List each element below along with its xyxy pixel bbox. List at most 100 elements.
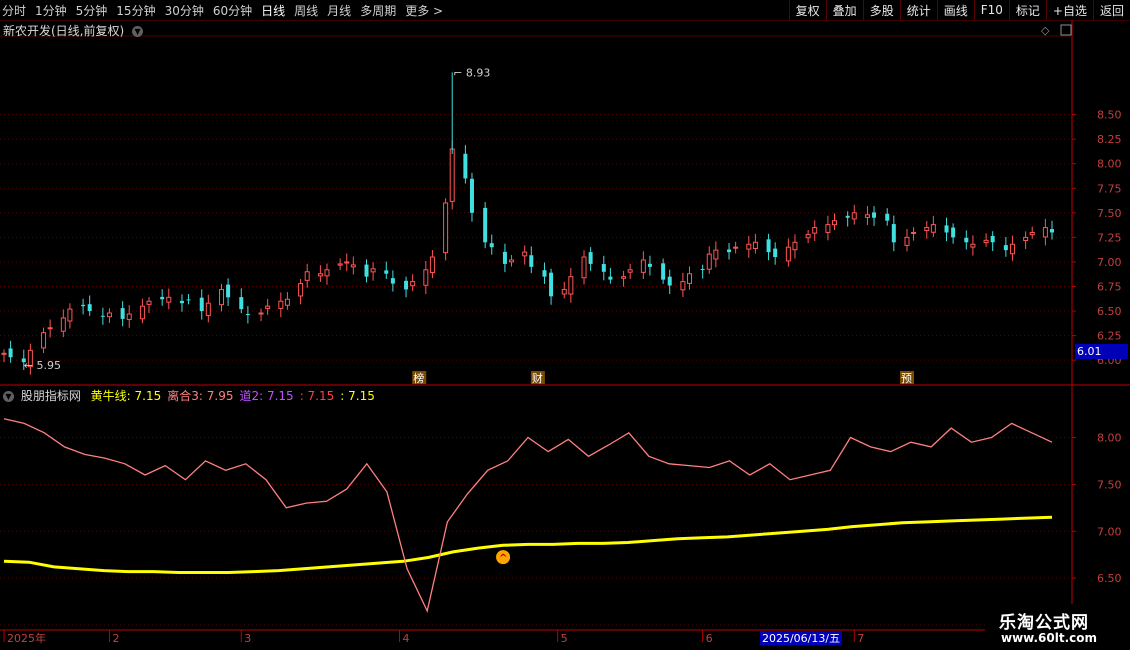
candle-body: [713, 249, 719, 260]
candle-body: [410, 281, 416, 287]
candle-body: [845, 215, 850, 218]
diamond-icon: ◇: [1041, 24, 1050, 37]
candle-body: [298, 283, 304, 297]
candle-body: [278, 300, 284, 309]
chevron-down-icon[interactable]: ▼: [3, 391, 14, 402]
candle-body: [891, 224, 896, 243]
logo-text: 乐淘公式网: [999, 613, 1089, 633]
candle-body: [324, 269, 330, 277]
candle-body: [686, 273, 692, 284]
indicator-line-0: [3, 515, 1053, 574]
candle-body: [911, 231, 917, 234]
candle-body: [549, 272, 554, 297]
candle-body: [640, 259, 646, 273]
time-label-4: 5: [561, 632, 568, 645]
candle-body: [661, 263, 666, 280]
chevron-down-icon[interactable]: ▼: [132, 26, 144, 37]
candle-body: [885, 213, 890, 221]
candle-body: [1003, 245, 1008, 251]
candle-body: [581, 256, 587, 279]
candle-body: [792, 241, 798, 251]
candle-body: [8, 348, 13, 358]
candle-body: [47, 327, 53, 330]
candle-body: [864, 214, 870, 218]
indicator-item-1: 离合3: 7.95: [167, 389, 234, 403]
candle-body: [766, 239, 771, 253]
candle-body: [350, 264, 356, 268]
kline-chart-canvas[interactable]: ◇6.006.256.506.757.007.257.507.758.008.2…: [0, 0, 1130, 650]
candle-body: [733, 246, 739, 249]
candle-body: [239, 297, 244, 310]
time-label-5: 6: [706, 632, 713, 645]
price-tick-label-8: 8.00: [1097, 158, 1122, 171]
candle-body: [1, 352, 7, 355]
price-tick-label-3: 6.75: [1097, 281, 1122, 294]
candle-body: [364, 264, 369, 277]
candle-body: [1042, 227, 1048, 238]
candle-body: [529, 255, 534, 267]
indicator-item-0: 黄牛线: 7.15: [90, 389, 162, 403]
candle-body: [429, 256, 435, 274]
price-tick-label-9: 8.25: [1097, 133, 1122, 146]
candle-body: [390, 278, 395, 284]
candle-body: [872, 212, 877, 218]
candle-body: [179, 300, 184, 304]
candle-body: [100, 315, 105, 317]
candle-body: [990, 235, 995, 243]
candle-body: [166, 296, 172, 303]
logo-url: www.60lt.com: [1001, 631, 1098, 645]
indicator-name: 股朋指标网: [20, 389, 81, 403]
candle-body: [608, 276, 613, 280]
candle-body: [727, 249, 732, 253]
indicator-line-1: [3, 418, 1053, 613]
indicator-item-2: 道2: 7.15: [239, 389, 294, 403]
event-marker-1: 财: [532, 371, 543, 385]
candle-body: [404, 280, 409, 290]
candle-body: [561, 288, 567, 295]
indicator-values: 黄牛线: 7.15 离合3: 7.95 道2: 7.15: 7.15: 7.15: [85, 389, 375, 403]
indicator-item-4: : 7.15: [340, 389, 375, 403]
price-tick-label-1: 6.25: [1097, 330, 1122, 343]
ind-tick-label-4: 8.00: [1097, 432, 1122, 445]
price-tick-label-10: 8.50: [1097, 109, 1122, 122]
candle-body: [126, 313, 132, 320]
candle-body: [568, 276, 574, 295]
event-marker-0: 榜: [413, 371, 424, 385]
candle-body: [41, 332, 47, 349]
candle-body: [67, 308, 73, 322]
candle-body: [509, 259, 515, 263]
ind-tick-label-1: 6.50: [1097, 572, 1122, 585]
indicator-title-bar[interactable]: ▼ 股朋指标网 黄牛线: 7.15 离合3: 7.95 道2: 7.15 : 7.15…: [3, 387, 375, 404]
candle-body: [944, 225, 949, 233]
candle-body: [344, 261, 350, 264]
candle-body: [522, 251, 528, 257]
candle-body: [930, 224, 936, 233]
candle-body: [542, 270, 547, 277]
panel-toggle-icon: [1060, 24, 1072, 36]
candle-body: [60, 317, 66, 332]
candle-body: [186, 299, 191, 301]
candle-body: [199, 297, 204, 312]
event-marker-2: 预: [901, 372, 912, 385]
candle-body: [627, 269, 633, 273]
price-tick-label-7: 7.75: [1097, 182, 1122, 195]
time-label-6: 7: [857, 632, 864, 645]
ind-tick-label-3: 7.50: [1097, 478, 1122, 491]
price-tick-label-6: 7.50: [1097, 207, 1122, 220]
candle-body: [1023, 236, 1029, 242]
candle-body: [469, 178, 474, 213]
candle-body: [370, 268, 376, 273]
time-label-2: 3: [244, 632, 251, 645]
signal-up-icon: ^: [499, 553, 507, 564]
candle-body: [423, 269, 429, 286]
candle-body: [983, 239, 989, 244]
candle-body: [812, 227, 818, 234]
candle-body: [825, 224, 831, 233]
candle-body: [601, 264, 606, 272]
ind-tick-label-2: 7.00: [1097, 525, 1122, 538]
price-tick-label-4: 7.00: [1097, 256, 1122, 269]
candle-body: [951, 227, 956, 238]
main-panel-title[interactable]: 新农开发(日线,前复权) ▼: [3, 22, 146, 39]
candle-body: [449, 148, 455, 202]
price-tick-label-5: 7.25: [1097, 231, 1122, 244]
